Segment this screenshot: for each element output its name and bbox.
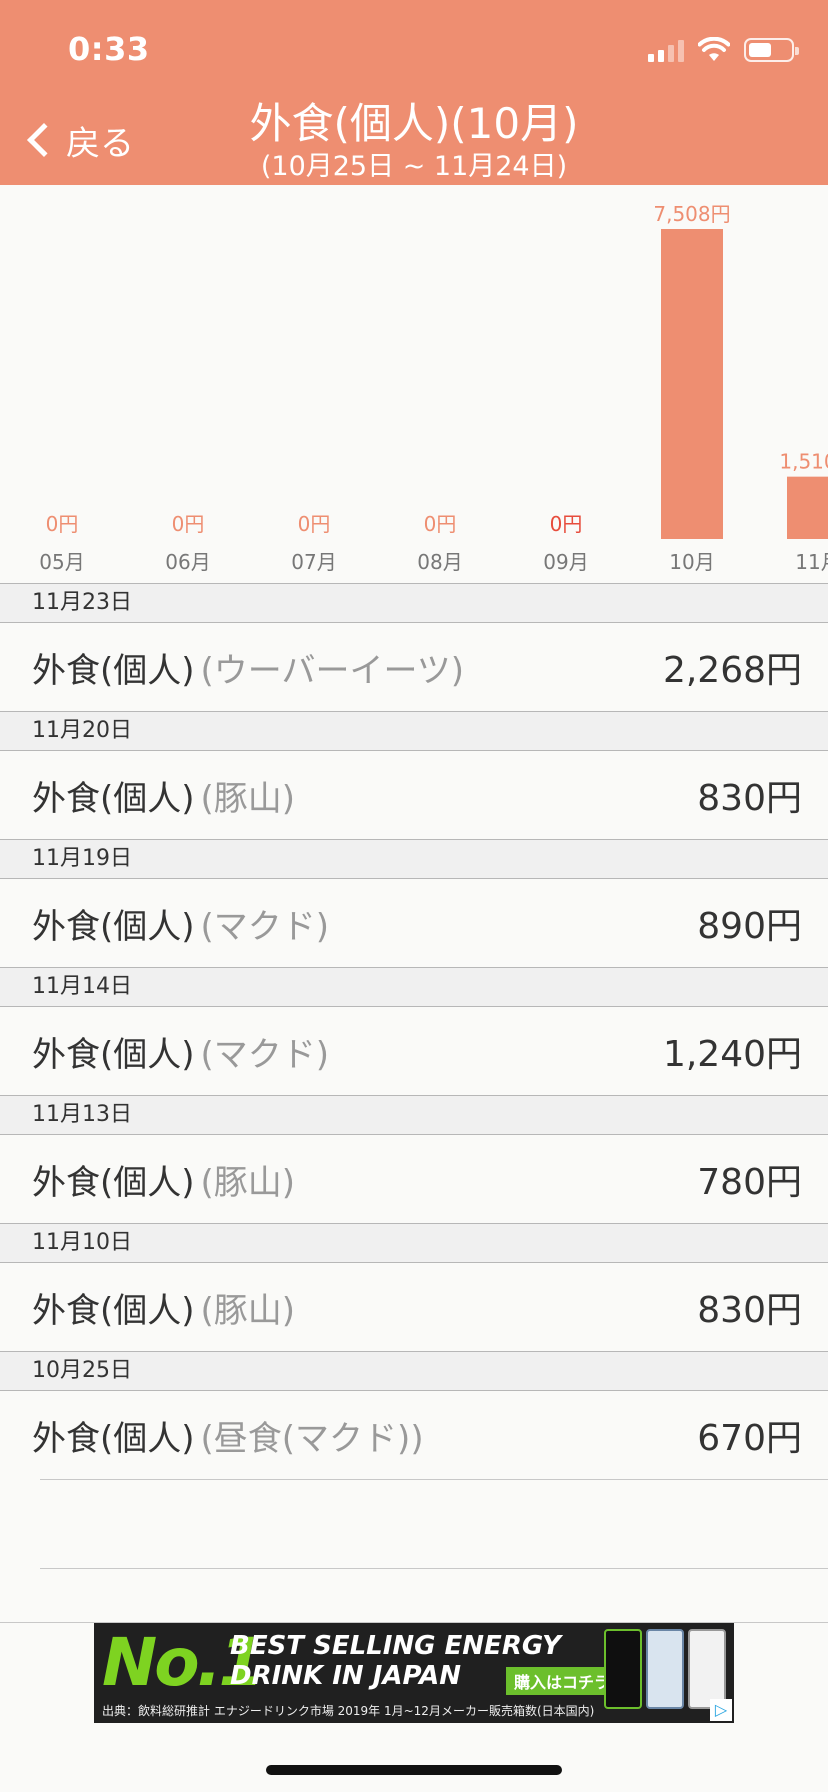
record-category: 外食(個人) [32,1034,195,1075]
home-indicator[interactable] [266,1765,562,1775]
chart-tick-label: 06月 [165,550,210,574]
ad-info-icon[interactable]: ▷ [710,1699,732,1721]
record-category: 外食(個人) [32,1418,195,1459]
record-row[interactable]: 外食(個人) (豚山) 780円 [0,1135,828,1223]
record-memo: (豚山) [200,1162,296,1203]
page-subtitle: (10月25日 ~ 11月24日) [260,151,568,182]
battery-icon [744,38,799,62]
ad-product-image [604,1629,726,1709]
page-title: 外食(個人)(10月) [249,99,579,148]
chart-value-label: 0円 [298,512,331,536]
record-amount: 2,268円 [662,650,802,691]
date-header: 11月19日 [0,839,828,879]
record-row[interactable]: 外食(個人) (昼食(マクド)) 670円 [0,1391,828,1479]
chart-value-label: 0円 [550,512,583,536]
chart-tick-label: 07月 [291,550,336,574]
record-category: 外食(個人) [32,778,195,819]
record-amount: 780円 [697,1162,802,1203]
chart-value-label: 0円 [172,512,205,536]
date-header: 11月20日 [0,711,828,751]
chart-bar-11月[interactable] [787,476,828,539]
chart-tick-label: 10月 [669,550,714,574]
chart-tick-label: 05月 [39,550,84,574]
status-icons [648,36,799,64]
record-category: 外食(個人) [32,1162,195,1203]
record-label: 外食(個人) (豚山) [32,1155,295,1204]
chart-bar-10月[interactable] [661,229,723,539]
empty-row [0,1480,828,1568]
record-row[interactable]: 外食(個人) (マクド) 1,240円 [0,1007,828,1095]
record-category: 外食(個人) [32,1290,195,1331]
chart-value-label: 7,508円 [653,202,730,226]
date-header: 11月14日 [0,967,828,1007]
record-amount: 670円 [697,1418,802,1459]
status-time: 0:33 [68,30,150,68]
records-list: 11月23日 外食(個人) (ウーバーイーツ) 2,268円 11月20日 外食(個人)(… [0,583,828,1657]
wifi-icon [698,37,730,61]
record-amount: 890円 [697,906,802,947]
record-category: 外食(個人) [32,906,195,947]
title-block: 外食(個人)(10月) (10月25日 ~ 11月24日) [0,98,828,184]
record-row[interactable]: 外食(個人) (豚山) 830円 [0,751,828,839]
chart-value-label: 0円 [46,512,79,536]
record-label: 外食(個人) (ウーバーイーツ) [32,643,464,692]
record-row[interactable]: 外食(個人) (豚山) 830円 [0,1263,828,1351]
chart-tick-label: 09月 [543,550,588,574]
header: 0:33 戻る 外食(個人)(10月) (10月25日 ~ 11月24日) [0,0,828,185]
chart-tick-label: 08月 [417,550,462,574]
record-label: 外食(個人) (豚山) [32,771,295,820]
record-amount: 1,240円 [662,1034,802,1075]
ad-source-text: 出典：飲料総研推計 エナジードリンク市場 2019年 1月~12月メーカー販売箱… [102,1704,595,1718]
record-label: 外食(個人) (マクド) [32,899,329,948]
record-label: 外食(個人) (マクド) [32,1027,329,1076]
record-memo: (マクド) [200,1034,330,1075]
chart-value-label: 0円 [424,512,457,536]
record-amount: 830円 [697,778,802,819]
ad-banner[interactable]: No.1 BEST SELLING ENERGY DRINK IN JAPAN … [94,1623,734,1723]
date-header: 11月23日 [0,583,828,623]
record-amount: 830円 [697,1290,802,1331]
date-header: 11月13日 [0,1095,828,1135]
record-memo: (豚山) [200,1290,296,1331]
screen: 0:33 戻る 外食(個人)(10月) (10月25日 ~ 11月24日) 0円… [0,0,828,1792]
cellular-signal-icon [648,38,684,62]
record-row[interactable]: 外食(個人) (マクド) 890円 [0,879,828,967]
record-memo: (マクド) [200,906,330,947]
date-header: 11月10日 [0,1223,828,1263]
date-header: 10月25日 [0,1351,828,1391]
record-label: 外食(個人) (豚山) [32,1283,295,1332]
record-memo: (ウーバーイーツ) [200,650,465,691]
monthly-bar-chart[interactable]: 0円 05月 0円 06月 0円 07月 0円 08月 0円 09月 7,508円 10月 1,510円… [0,185,828,585]
record-label: 外食(個人) (昼食(マクド)) [32,1411,424,1460]
record-memo: (昼食(マクド)) [200,1418,424,1459]
record-category: 外食(個人) [32,650,195,691]
chart-tick-label: 11月 [795,550,828,574]
record-memo: (豚山) [200,778,296,819]
ad-cta-button[interactable]: 購入はコチラ [506,1667,619,1695]
chart-value-label: 1,510円 [779,450,828,474]
record-row[interactable]: 外食(個人) (ウーバーイーツ) 2,268円 [0,623,828,711]
